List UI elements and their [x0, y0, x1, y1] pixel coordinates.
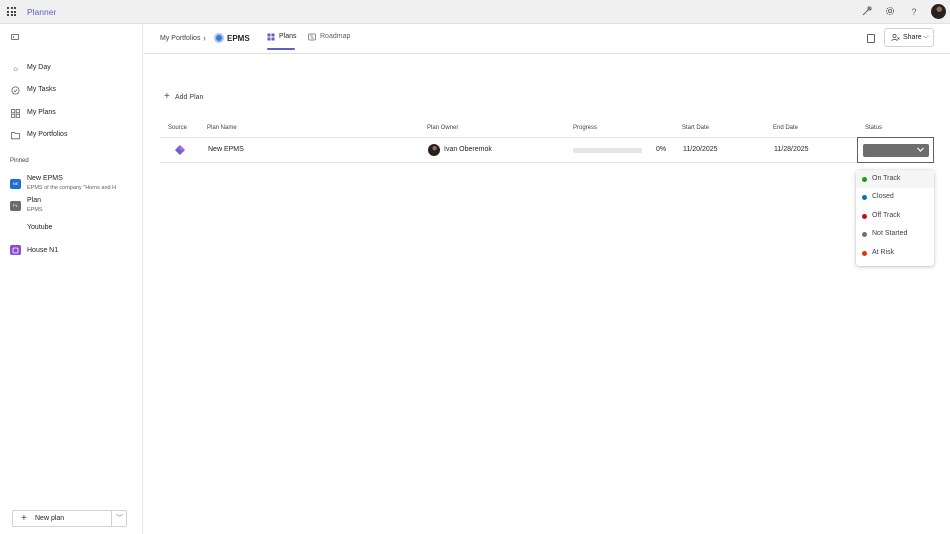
pinned-item-plan[interactable]: PL Plan EPMS: [0, 197, 142, 219]
tab-label: Roadmap: [320, 33, 351, 40]
sidebar-item-label: My Plans: [27, 109, 56, 116]
account-avatar[interactable]: [931, 4, 946, 19]
sun-icon: ☼: [11, 64, 20, 73]
share-button[interactable]: Share ﹀: [884, 28, 934, 47]
share-label: Share: [903, 34, 922, 41]
status-option-label: Not Started: [872, 230, 908, 237]
grid-icon: [11, 109, 20, 118]
sidebar-item-label: My Day: [27, 64, 51, 71]
check-circle-icon: [11, 86, 20, 95]
page-title: EPMS: [227, 34, 250, 43]
portfolio-header: My Portfolios › EPMS Plans Roadmap Share…: [144, 24, 950, 54]
status-option-label: On Track: [872, 175, 901, 182]
portfolio-icon: [214, 33, 224, 43]
column-header-plan-owner: Plan Owner: [427, 125, 459, 131]
gear-icon[interactable]: [884, 6, 896, 18]
owner-avatar: [428, 144, 440, 156]
new-plan-label: New plan: [35, 515, 65, 522]
column-header-end-date: End Date: [773, 125, 799, 131]
sidebar-item-label: My Tasks: [27, 86, 57, 93]
pinned-item-title: Plan: [27, 197, 42, 204]
column-header-source: Source: [168, 125, 188, 131]
sidebar-item-my-tasks[interactable]: My Tasks: [0, 83, 142, 99]
sidebar-item-label: My Portfolios: [27, 131, 68, 138]
status-cell[interactable]: [857, 137, 934, 163]
divider: [111, 511, 112, 526]
plan-name-cell[interactable]: New EPMS: [208, 146, 244, 153]
chevron-down-icon: [916, 145, 925, 157]
add-plan-label: Add Plan: [175, 94, 204, 101]
pinned-item-youtube[interactable]: Youtube: [0, 223, 142, 237]
clipboard-icon[interactable]: [867, 34, 875, 43]
sidebar: ☼ My Day My Tasks My Plans My Portfolios…: [0, 24, 143, 534]
roadmap-icon: [308, 33, 316, 41]
tab-label: Plans: [279, 33, 297, 40]
diagnostics-icon[interactable]: [861, 6, 873, 18]
pinned-item-subtitle: EPMS: [27, 207, 43, 213]
app-title[interactable]: Planner: [27, 7, 56, 17]
column-header-progress: Progress: [573, 125, 598, 131]
divider: [160, 137, 935, 138]
status-dot-icon: [862, 214, 867, 219]
collapse-sidebar-icon[interactable]: [11, 34, 19, 40]
plan-badge-icon: NE: [10, 179, 21, 189]
status-dot-icon: [862, 232, 867, 237]
plus-icon: +: [21, 513, 27, 524]
tab-plans[interactable]: Plans: [267, 24, 299, 54]
new-plan-button[interactable]: + New plan ﹀: [12, 510, 127, 527]
app-launcher-icon[interactable]: [7, 7, 16, 16]
breadcrumb[interactable]: My Portfolios: [160, 35, 200, 42]
pinned-item-house-n1[interactable]: House N1: [0, 245, 142, 259]
folder-icon: [11, 131, 20, 140]
divider: [160, 162, 935, 163]
sidebar-item-my-portfolios[interactable]: My Portfolios: [0, 128, 142, 144]
status-option-on-track[interactable]: On Track: [856, 170, 934, 188]
end-date-cell[interactable]: 11/28/2025: [774, 146, 809, 153]
pinned-heading: Pinned: [10, 158, 29, 164]
status-option-label: At Risk: [872, 249, 895, 256]
plan-badge-icon: PL: [10, 201, 21, 211]
column-header-plan-name: Plan Name: [207, 125, 237, 131]
pinned-item-new-epms[interactable]: NE New EPMS EPMS of the company "Horns a…: [0, 174, 142, 196]
plus-icon: +: [164, 91, 170, 102]
share-people-icon: [891, 33, 900, 44]
status-dot-icon: [862, 195, 867, 200]
start-date-cell[interactable]: 11/20/2025: [683, 146, 718, 153]
status-dot-icon: [862, 251, 867, 256]
status-select[interactable]: [863, 144, 929, 157]
status-dot-icon: [862, 177, 867, 182]
pinned-item-title: New EPMS: [27, 175, 63, 182]
status-option-label: Closed: [872, 193, 894, 200]
progress-bar: [573, 148, 642, 153]
progress-percent: 0%: [656, 146, 667, 153]
tab-roadmap[interactable]: Roadmap: [308, 24, 356, 54]
status-option-closed[interactable]: Closed: [856, 188, 934, 206]
pinned-item-title: House N1: [27, 247, 59, 254]
status-option-at-risk[interactable]: At Risk: [856, 244, 934, 262]
status-dropdown-menu: On Track Closed Off Track Not Started At…: [856, 170, 934, 266]
portfolio-badge-icon: [10, 245, 21, 255]
chevron-right-icon: ›: [203, 33, 206, 43]
plans-grid-icon: [267, 33, 275, 41]
status-option-label: Off Track: [872, 212, 901, 219]
pinned-item-subtitle: EPMS of the company "Horns and H: [27, 185, 117, 191]
status-option-off-track[interactable]: Off Track: [856, 207, 934, 225]
chevron-down-icon[interactable]: ﹀: [116, 513, 123, 523]
sidebar-item-my-plans[interactable]: My Plans: [0, 106, 142, 122]
planner-source-icon: [174, 144, 186, 156]
column-header-status: Status: [865, 125, 883, 131]
top-bar: Planner ?: [0, 0, 950, 24]
plan-owner-cell: Ivan Oberemok: [444, 146, 492, 153]
sidebar-item-my-day[interactable]: ☼ My Day: [0, 61, 142, 77]
column-header-start-date: Start Date: [682, 125, 710, 131]
pinned-item-title: Youtube: [27, 224, 53, 231]
chevron-down-icon: ﹀: [923, 37, 930, 43]
help-icon[interactable]: ?: [908, 6, 920, 18]
status-option-not-started[interactable]: Not Started: [856, 225, 934, 243]
